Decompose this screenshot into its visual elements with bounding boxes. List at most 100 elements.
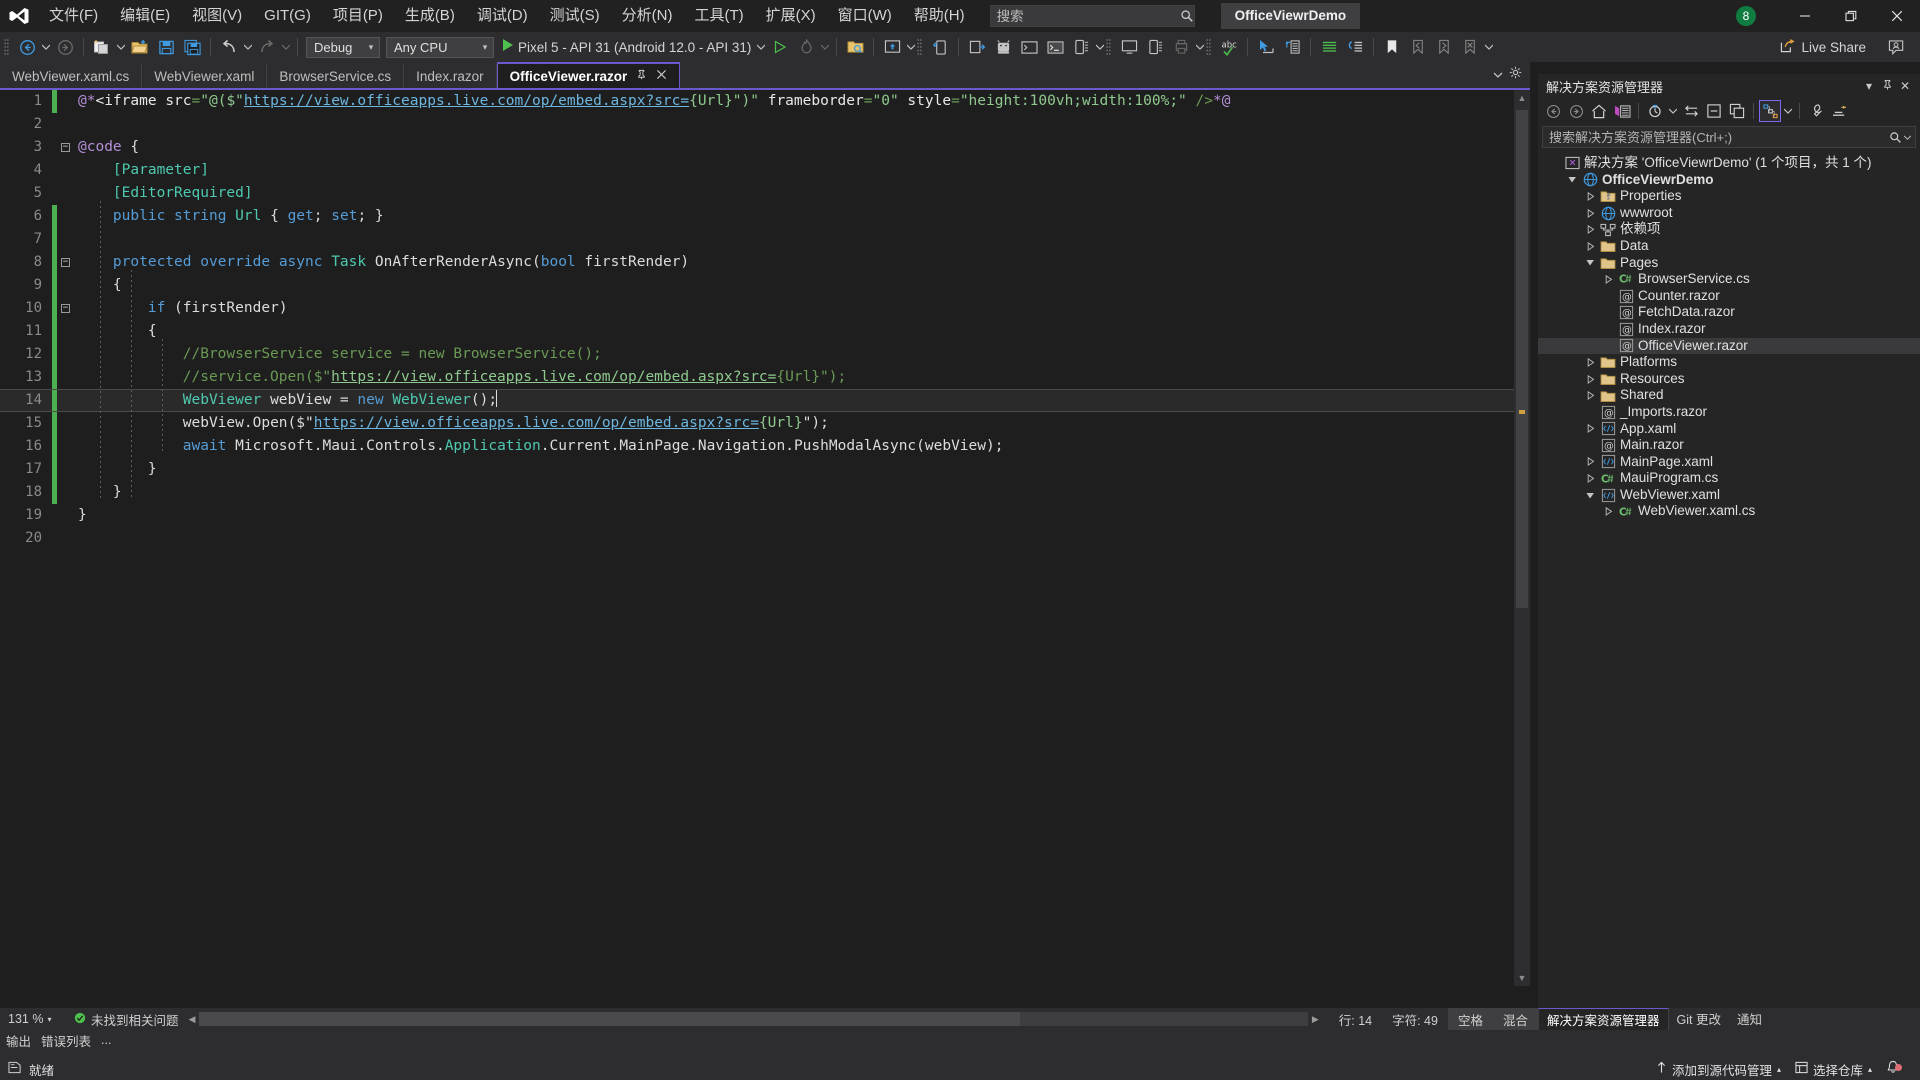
code-line[interactable]: 10 − if (firstRender) xyxy=(0,297,1514,320)
select-repository-button[interactable]: 选择仓库 ▴ xyxy=(1795,1060,1872,1079)
print-dropdown-icon[interactable] xyxy=(1194,35,1206,59)
android-adb-terminal-icon[interactable] xyxy=(1016,35,1042,59)
device-refresh-icon[interactable] xyxy=(927,35,953,59)
navigate-back-icon[interactable] xyxy=(14,35,40,59)
toolbar-grip[interactable] xyxy=(1106,37,1116,57)
panel-pin-icon[interactable] xyxy=(1878,79,1896,94)
scroll-right-icon[interactable]: ▶ xyxy=(1308,1014,1323,1025)
menu-build[interactable]: 生成(B) xyxy=(394,0,466,32)
bookmarks-dropdown-icon[interactable] xyxy=(1483,35,1495,59)
tab-webviewer-xaml-cs[interactable]: WebViewer.xaml.cs xyxy=(0,64,143,88)
open-file-icon[interactable] xyxy=(127,35,153,59)
properties-icon[interactable] xyxy=(1805,100,1827,122)
clear-bookmarks-icon[interactable] xyxy=(1457,35,1483,59)
menu-git[interactable]: GIT(G) xyxy=(253,0,322,32)
code-line[interactable]: 20 xyxy=(0,527,1514,550)
gear-icon[interactable] xyxy=(1509,66,1522,84)
code-line[interactable]: 8 − protected override async Task OnAfter… xyxy=(0,251,1514,274)
fold-toggle-icon[interactable]: − xyxy=(57,143,74,152)
search-input[interactable] xyxy=(990,8,1180,24)
tree-item-properties[interactable]: Properties xyxy=(1538,188,1920,205)
expanded-chevron-icon[interactable] xyxy=(1582,258,1598,267)
minimize-button[interactable] xyxy=(1782,0,1828,32)
fold-toggle-icon[interactable]: − xyxy=(57,304,74,313)
solution-search-input[interactable] xyxy=(1543,129,1889,145)
pending-changes-icon[interactable] xyxy=(1611,100,1633,122)
se-tab-notifications[interactable]: 通知 xyxy=(1729,1008,1770,1030)
panel-close-icon[interactable]: ✕ xyxy=(1896,79,1914,93)
indentation-mode[interactable]: 空格 xyxy=(1447,1008,1493,1030)
code-line[interactable]: 12 //BrowserService service = new Browse… xyxy=(0,343,1514,366)
code-line[interactable]: 4 [Parameter] xyxy=(0,159,1514,182)
se-tab-git-changes[interactable]: Git 更改 xyxy=(1669,1008,1729,1030)
code-line[interactable]: 9 { xyxy=(0,274,1514,297)
menu-test[interactable]: 测试(S) xyxy=(539,0,611,32)
solution-explorer-search-box[interactable] xyxy=(1542,126,1916,148)
expanded-chevron-icon[interactable] xyxy=(1582,491,1598,500)
print-preview-icon[interactable] xyxy=(1168,35,1194,59)
uncomment-selection-icon[interactable] xyxy=(1342,35,1368,59)
fold-toggle-icon[interactable]: − xyxy=(57,258,74,267)
code-line[interactable]: 17 } xyxy=(0,458,1514,481)
collapsed-chevron-icon[interactable] xyxy=(1582,191,1598,201)
maximize-restore-button[interactable] xyxy=(1828,0,1874,32)
tree-item-data[interactable]: Data xyxy=(1538,238,1920,255)
tree-item-app-xaml[interactable]: App.xaml xyxy=(1538,421,1920,438)
tab-webviewer-xaml[interactable]: WebViewer.xaml xyxy=(142,64,268,88)
zoom-control[interactable]: 131 % ▾ xyxy=(0,1012,62,1026)
menu-tools[interactable]: 工具(T) xyxy=(683,0,754,32)
tree-item-main-razor[interactable]: @ Main.razor xyxy=(1538,437,1920,454)
android-device-manager-icon[interactable] xyxy=(990,35,1016,59)
menu-help[interactable]: 帮助(H) xyxy=(903,0,976,32)
code-line[interactable]: 2 xyxy=(0,113,1514,136)
window-layout-icon[interactable] xyxy=(879,35,905,59)
home-icon[interactable] xyxy=(1588,100,1610,122)
collapsed-chevron-icon[interactable] xyxy=(1582,374,1598,384)
output-tab[interactable]: 输出 xyxy=(6,1031,31,1050)
solution-tree[interactable]: 解决方案 'OfficeViewrDemo' (1 个项目，共 1 个) Offi… xyxy=(1538,151,1920,1008)
expanded-chevron-icon[interactable] xyxy=(1564,175,1580,184)
forward-icon[interactable] xyxy=(1565,100,1587,122)
code-line[interactable]: 3 − @code { xyxy=(0,136,1514,159)
code-line[interactable]: 15 webView.Open($"https://view.officeapp… xyxy=(0,412,1514,435)
tree-item-index-razor[interactable]: @ Index.razor xyxy=(1538,321,1920,338)
comment-selection-icon[interactable] xyxy=(1316,35,1342,59)
toolbar-grip[interactable] xyxy=(1206,37,1216,57)
tab-officeviewer-razor[interactable]: OfficeViewer.razor xyxy=(496,62,681,88)
menu-view[interactable]: 视图(V) xyxy=(181,0,253,32)
tree-item-shared[interactable]: Shared xyxy=(1538,387,1920,404)
code-line[interactable]: 11 { xyxy=(0,320,1514,343)
panel-menu-chevron-down-icon[interactable]: ▾ xyxy=(1860,79,1878,93)
scroll-up-icon[interactable]: ▲ xyxy=(1514,90,1530,106)
more-tabs-icon[interactable]: ... xyxy=(101,1033,111,1047)
menu-debug[interactable]: 调试(D) xyxy=(466,0,539,32)
issue-indicator[interactable]: 未找到相关问题 xyxy=(62,1010,179,1029)
collapsed-chevron-icon[interactable] xyxy=(1582,357,1598,367)
select-element-icon[interactable] xyxy=(1253,35,1279,59)
device-list-icon[interactable] xyxy=(1142,35,1168,59)
show-all-files-icon[interactable] xyxy=(1726,100,1748,122)
code-line[interactable]: 6 public string Url { get; set; } xyxy=(0,205,1514,228)
close-button[interactable] xyxy=(1874,0,1920,32)
tab-browserservice-cs[interactable]: BrowserService.cs xyxy=(267,64,405,88)
code-line[interactable]: 18 } xyxy=(0,481,1514,504)
code-line[interactable]: 13 //service.Open($"https://view.officea… xyxy=(0,366,1514,389)
code-line[interactable]: 7 xyxy=(0,228,1514,251)
account-badge[interactable]: 8 xyxy=(1736,6,1756,26)
h-scroll-thumb[interactable] xyxy=(199,1012,1020,1026)
menu-file[interactable]: 文件(F) xyxy=(38,0,109,32)
previous-bookmark-icon[interactable] xyxy=(1405,35,1431,59)
tree-item-officeviewer-razor[interactable]: @ OfficeViewer.razor xyxy=(1538,337,1920,355)
refresh-icon[interactable] xyxy=(1644,100,1666,122)
collapsed-chevron-icon[interactable] xyxy=(1600,507,1616,517)
navigate-forward-icon[interactable] xyxy=(52,35,78,59)
tree-item-webviewer-xaml-cs[interactable]: C WebViewer.xaml.cs xyxy=(1538,503,1920,520)
collapsed-chevron-icon[interactable] xyxy=(1600,274,1616,284)
undo-dropdown-icon[interactable] xyxy=(242,35,254,59)
tree-item-fetchdata-razor[interactable]: @ FetchData.razor xyxy=(1538,304,1920,321)
tree-item-imports-razor[interactable]: @ _Imports.razor xyxy=(1538,404,1920,421)
collapsed-chevron-icon[interactable] xyxy=(1582,225,1598,235)
preview-selected-items-icon[interactable] xyxy=(1828,100,1850,122)
tree-item-mauiprogram-cs[interactable]: C MauiProgram.cs xyxy=(1538,470,1920,487)
tree-item-counter-razor[interactable]: @ Counter.razor xyxy=(1538,288,1920,305)
